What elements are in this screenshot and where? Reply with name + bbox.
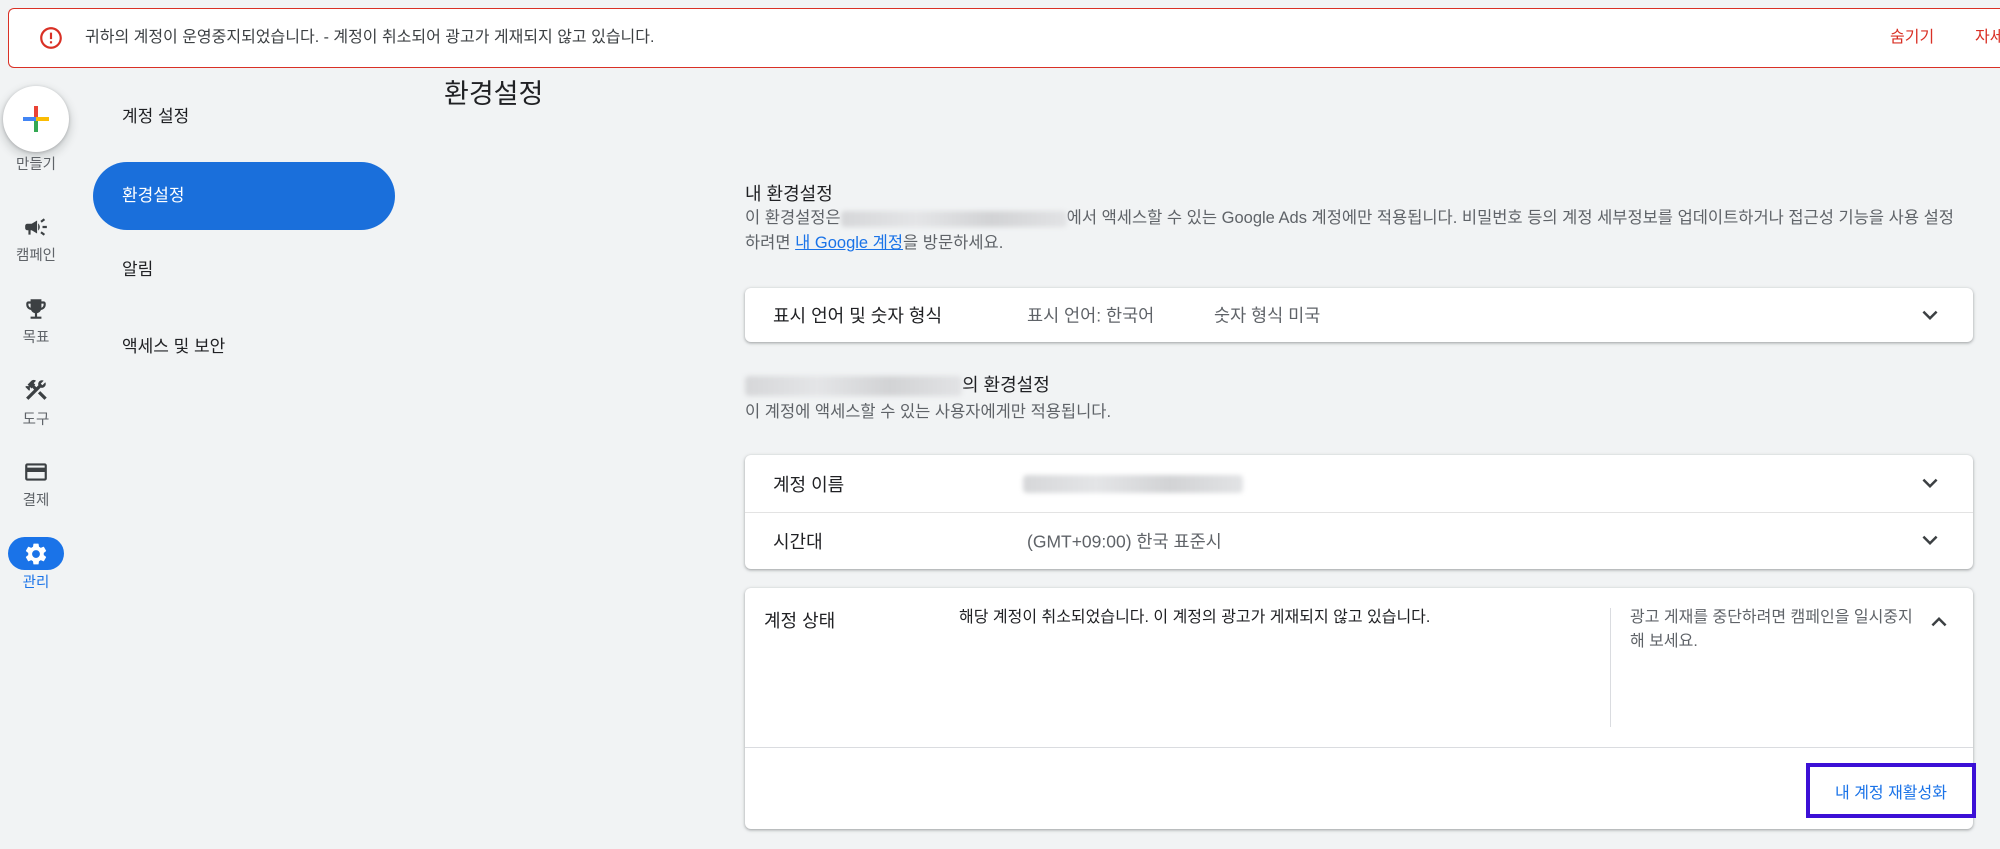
- display-language-value: 표시 언어: 한국어: [1027, 305, 1155, 326]
- rail-item-billing[interactable]: 결제: [0, 492, 72, 510]
- create-button[interactable]: [3, 86, 69, 152]
- my-preferences-heading: 내 환경설정: [745, 184, 833, 204]
- banner-learn-more-link[interactable]: 자세: [1975, 9, 2000, 66]
- rail-item-admin-label[interactable]: 관리: [0, 574, 72, 592]
- rail-item-campaigns[interactable]: 캠페인: [0, 247, 72, 265]
- subnav-account-settings[interactable]: 계정 설정: [122, 106, 189, 128]
- time-zone-row[interactable]: 시간대 (GMT+09:00) 한국 표준시: [745, 512, 1973, 569]
- gear-icon: [25, 543, 47, 564]
- plus-icon: [23, 106, 49, 132]
- account-status-label: 계정 상태: [764, 611, 836, 631]
- create-label: 만들기: [15, 157, 57, 173]
- chevron-down-icon[interactable]: [1915, 300, 1945, 330]
- credit-card-icon[interactable]: [23, 459, 49, 485]
- megaphone-icon[interactable]: [23, 214, 49, 240]
- account-preferences-description: 이 계정에 액세스할 수 있는 사용자에게만 적용됩니다.: [745, 403, 1112, 421]
- account-name-label: 계정 이름: [773, 474, 845, 495]
- my-preferences-description: 이 환경설정은 에서 액세스할 수 있는 Google Ads 계정에만 적용됩니…: [745, 206, 1963, 256]
- display-language-label: 표시 언어 및 숫자 형식: [773, 306, 943, 326]
- google-ads-preferences-page: 귀하의 계정이 운영중지되었습니다. - 계정이 취소되어 광고가 게재되지 않…: [0, 0, 2000, 849]
- chevron-up-icon[interactable]: [1924, 607, 1954, 637]
- account-preferences-heading: 의 환경설정: [745, 373, 1050, 397]
- account-settings-card: 계정 이름 시간대 (GMT+09:00) 한국 표준시: [745, 455, 1973, 569]
- account-status-message: 해당 계정이 취소되었습니다. 이 계정의 광고가 게재되지 않고 있습니다.: [959, 609, 1431, 626]
- google-account-link[interactable]: 내 Google 계정: [795, 234, 903, 252]
- time-zone-value: (GMT+09:00) 한국 표준시: [1027, 531, 1222, 551]
- vertical-divider: [1610, 608, 1611, 727]
- rail-item-tools[interactable]: 도구: [0, 411, 72, 429]
- display-language-card[interactable]: 표시 언어 및 숫자 형식 표시 언어: 한국어 숫자 형식 미국: [745, 288, 1973, 342]
- subnav-preferences-label: 환경설정: [122, 186, 185, 205]
- subnav-notifications[interactable]: 알림: [122, 259, 153, 281]
- chevron-down-icon[interactable]: [1915, 468, 1945, 498]
- reactivate-account-button[interactable]: 내 계정 재활성화: [1806, 763, 1976, 818]
- trophy-icon[interactable]: [23, 296, 49, 322]
- rail-item-goals[interactable]: 목표: [0, 329, 72, 347]
- banner-message: 귀하의 계정이 운영중지되었습니다. - 계정이 취소되어 광고가 게재되지 않…: [85, 29, 655, 46]
- redacted-email: [840, 210, 1067, 227]
- redacted-account-name: [745, 376, 962, 397]
- account-status-hint: 광고 게재를 중단하려면 캠페인을 일시중지해 보세요.: [1630, 609, 1913, 650]
- page-title: 환경설정: [444, 79, 544, 109]
- redacted-account-name-value: [1023, 474, 1243, 493]
- account-name-row[interactable]: 계정 이름: [745, 455, 1973, 512]
- desc-suffix: 을 방문하세요.: [903, 234, 1004, 252]
- horizontal-divider: [745, 747, 1973, 748]
- desc-prefix: 이 환경설정은: [745, 209, 841, 227]
- subnav-access-security[interactable]: 액세스 및 보안: [122, 336, 225, 358]
- account-status-card: 계정 상태 해당 계정이 취소되었습니다. 이 계정의 광고가 게재되지 않고 …: [745, 588, 1976, 829]
- error-circle-icon: [38, 25, 64, 51]
- account-preferences-heading-suffix: 의 환경설정: [962, 375, 1050, 395]
- number-format-value: 숫자 형식 미국: [1214, 305, 1321, 326]
- account-suspended-banner: 귀하의 계정이 운영중지되었습니다. - 계정이 취소되어 광고가 게재되지 않…: [8, 8, 2000, 68]
- rail-item-admin-active[interactable]: [8, 537, 64, 570]
- subnav-preferences-active[interactable]: 환경설정: [93, 162, 395, 230]
- tools-icon[interactable]: [23, 377, 49, 403]
- chevron-down-icon[interactable]: [1915, 525, 1945, 555]
- banner-hide-button[interactable]: 숨기기: [1890, 9, 1934, 66]
- time-zone-label: 시간대: [773, 531, 823, 552]
